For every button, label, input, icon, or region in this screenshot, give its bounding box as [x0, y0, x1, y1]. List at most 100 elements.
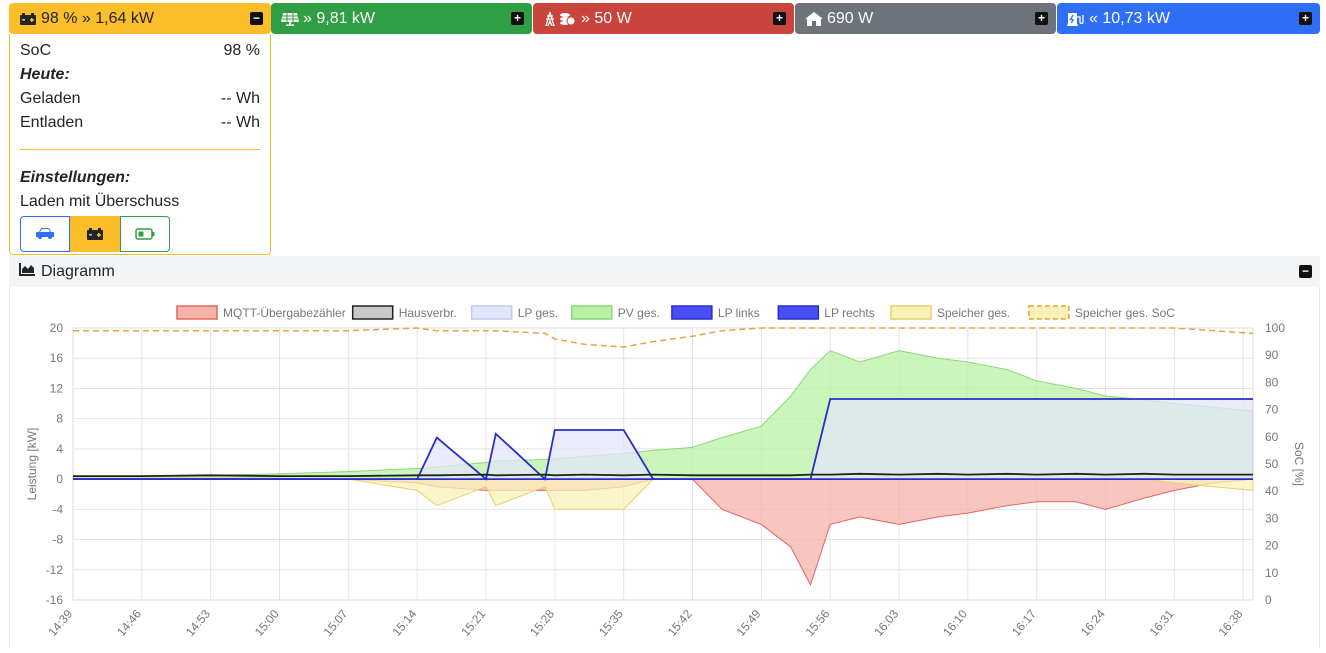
charged-row: Geladen -- Wh [20, 87, 260, 111]
y2-tick-label: 60 [1265, 430, 1279, 444]
collapse-icon[interactable]: − [250, 12, 263, 25]
legend-swatch-pv-ges [571, 305, 613, 320]
x-tick-label: 15:07 [321, 607, 351, 639]
x-tick-label: 15:28 [527, 607, 557, 639]
power-tower-coins-icon [543, 11, 577, 26]
legend-swatch-lp-rechts [777, 305, 820, 320]
series-area-mqtt-bergabez-hler [72, 477, 1254, 587]
power-chart-svg: 201612840-4-8-12-16100908070605040302010… [25, 305, 1306, 639]
expand-icon[interactable]: + [1299, 12, 1312, 25]
chart-area-icon [19, 262, 35, 281]
discharged-value: -- Wh [220, 114, 260, 131]
grid-card[interactable]: » 50 W + [533, 3, 794, 34]
y-tick-label: 12 [50, 381, 64, 395]
battery-icon [19, 12, 37, 26]
y-tick-label: -16 [46, 593, 64, 607]
legend-swatch-hausverbr [351, 305, 394, 320]
battery-card[interactable]: 98 % » 1,64 kW − [9, 3, 271, 34]
expand-icon[interactable]: + [773, 12, 786, 25]
y2-tick-label: 80 [1265, 375, 1279, 389]
y2-tick-label: 70 [1265, 403, 1279, 417]
pv-card-value: » 9,81 kW [303, 9, 376, 27]
legend-label-speicher-ges-soc: Speicher ges. SoC [1075, 306, 1175, 320]
soc-value: 98 % [223, 42, 260, 59]
expand-icon[interactable]: + [511, 12, 524, 25]
x-tick-label: 15:42 [665, 607, 695, 639]
legend-label-mqtt-bergabez-hler: MQTT-Übergabezähler [223, 306, 346, 320]
soc-row: SoC 98 % [20, 39, 260, 63]
diagram-header[interactable]: Diagramm − [9, 256, 1320, 287]
y-tick-label: 16 [50, 351, 64, 365]
x-tick-label: 15:21 [458, 607, 488, 639]
ev-card-value: « 10,73 kW [1089, 9, 1170, 27]
grid-card-value: » 50 W [581, 9, 632, 27]
y2-tick-label: 30 [1265, 511, 1279, 525]
today-heading: Heute: [20, 66, 70, 83]
y-tick-label: 4 [56, 442, 63, 456]
charge-mode-buttons [20, 216, 260, 252]
legend-label-hausverbr: Hausverbr. [399, 306, 457, 320]
discharged-row: Entladen -- Wh [20, 111, 260, 135]
legend-label-lp-rechts: LP rechts [824, 306, 874, 320]
car-mode-button[interactable] [20, 216, 70, 252]
legend-label-speicher-ges: Speicher ges. [937, 306, 1010, 320]
charged-value: -- Wh [220, 90, 260, 107]
y-tick-label: -8 [52, 533, 63, 547]
car-icon [36, 228, 54, 239]
y-tick-label: 8 [56, 412, 63, 426]
y2-axis-label: SoC [%] [1292, 442, 1306, 486]
x-tick-label: 16:03 [871, 607, 901, 639]
x-tick-label: 15:49 [734, 607, 764, 639]
house-icon [805, 11, 823, 26]
settings-heading: Einstellungen: [20, 169, 131, 186]
y2-tick-label: 20 [1265, 539, 1279, 553]
x-tick-label: 15:00 [252, 607, 282, 639]
x-tick-label: 14:39 [45, 607, 75, 639]
x-tick-label: 16:17 [1009, 607, 1039, 639]
y2-tick-label: 90 [1265, 348, 1279, 362]
legend-label-lp-links: LP links [718, 306, 760, 320]
y-tick-label: 0 [56, 472, 63, 486]
y2-tick-label: 100 [1265, 321, 1285, 335]
y-tick-label: -12 [46, 563, 64, 577]
legend-swatch-lp-ges [470, 305, 513, 320]
charging-station-icon [1067, 12, 1085, 26]
battery-icon [87, 228, 103, 240]
legend-label-pv-ges: PV ges. [618, 306, 660, 320]
y-tick-label: -4 [52, 502, 63, 516]
y2-tick-label: 40 [1265, 484, 1279, 498]
legend-swatch-mqtt-bergabez-hler [176, 305, 218, 320]
y-axis-label: Leistung [kW] [25, 428, 39, 501]
charge-mode-label: Laden mit Überschuss [20, 193, 180, 210]
soc-label: SoC [20, 42, 52, 59]
x-tick-label: 16:38 [1215, 607, 1245, 639]
y2-tick-label: 10 [1265, 566, 1279, 580]
y2-tick-label: 50 [1265, 457, 1279, 471]
series-line-speicher-ges-soc [73, 327, 1254, 348]
house-card-value: 690 W [827, 9, 874, 27]
battery-mode-button[interactable] [70, 216, 120, 252]
legend-swatch-speicher-ges [890, 305, 932, 320]
y-tick-label: 20 [50, 321, 64, 335]
legend-swatch-lp-links [671, 305, 713, 320]
x-tick-label: 15:14 [389, 607, 419, 639]
expand-icon[interactable]: + [1035, 12, 1048, 25]
y2-tick-label: 0 [1265, 593, 1272, 607]
collapse-icon[interactable]: − [1299, 265, 1312, 278]
pv-card[interactable]: » 9,81 kW + [271, 3, 532, 34]
diagram-title: Diagramm [41, 262, 115, 280]
x-tick-label: 14:53 [183, 607, 213, 639]
legend-swatch-speicher-ges-soc [1028, 305, 1070, 320]
house-card[interactable]: 690 W + [795, 3, 1056, 34]
battery-card-value: 98 % » 1,64 kW [41, 9, 154, 27]
solar-panel-icon [281, 12, 299, 26]
discharged-label: Entladen [20, 114, 84, 131]
x-tick-label: 16:24 [1078, 607, 1108, 639]
x-tick-label: 14:46 [114, 607, 144, 639]
battery-low-mode-button[interactable] [120, 216, 170, 252]
ev-card[interactable]: « 10,73 kW + [1057, 3, 1320, 34]
x-tick-label: 15:35 [596, 607, 626, 639]
x-tick-label: 15:56 [802, 607, 832, 639]
divider [20, 149, 260, 150]
battery-low-icon [135, 228, 155, 240]
